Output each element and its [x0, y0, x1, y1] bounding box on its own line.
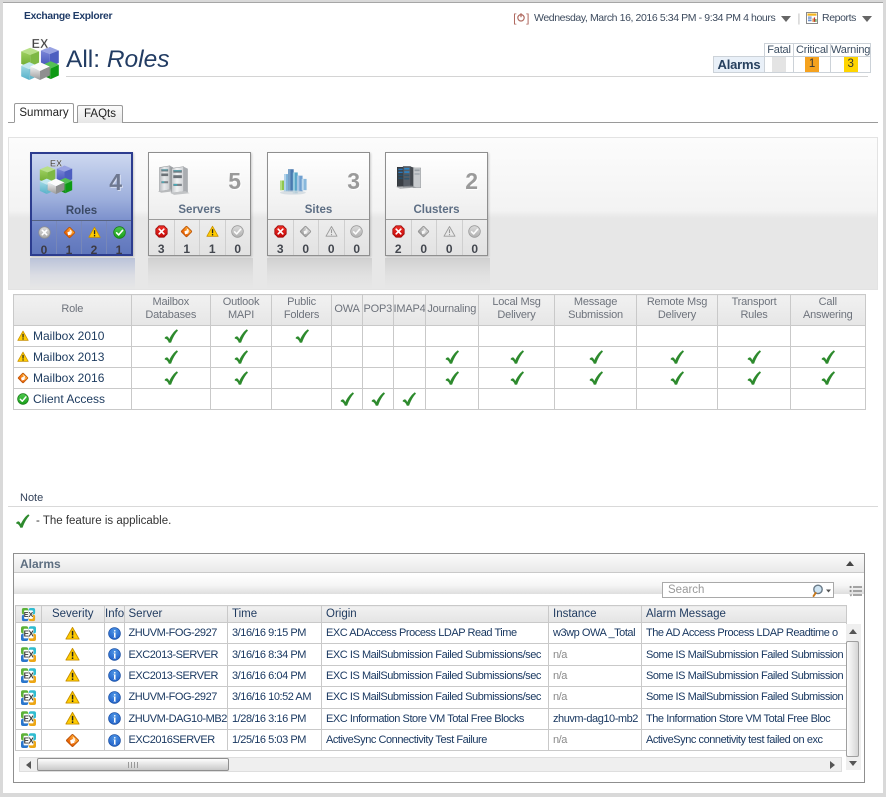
svg-text:i: i — [113, 692, 116, 704]
svg-text:EX: EX — [23, 736, 34, 745]
svg-text:EX: EX — [50, 158, 63, 168]
svg-text:i: i — [113, 735, 116, 747]
svg-text:i: i — [113, 714, 116, 726]
svg-text:EX: EX — [23, 651, 34, 660]
svg-text:EX: EX — [23, 629, 34, 638]
svg-text:EX: EX — [23, 672, 34, 681]
svg-text:i: i — [113, 649, 116, 661]
svg-text:EX: EX — [32, 37, 49, 51]
svg-text:EX: EX — [23, 715, 34, 724]
svg-text:EX: EX — [23, 693, 34, 702]
svg-text:i: i — [113, 671, 116, 683]
svg-text:EX: EX — [24, 612, 34, 619]
svg-text:i: i — [113, 628, 116, 640]
